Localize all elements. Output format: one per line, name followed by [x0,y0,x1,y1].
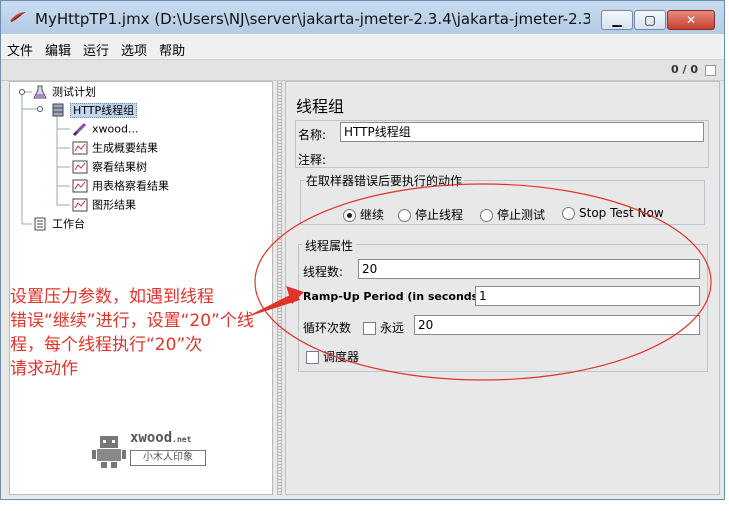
logo-tagline: 小木人印象 [130,450,206,466]
logo-brand: xwood [130,430,173,446]
annotation-text: 设置压力参数，如遇到线程 错误“继续”进行，设置“20”个线 程，每个线程执行“… [10,287,254,379]
highlight-ellipse [254,183,712,381]
watermark-logo: xwood.net 小木人印象 [92,430,232,474]
robot-icon [92,436,126,468]
logo-suffix: .net [172,435,192,444]
